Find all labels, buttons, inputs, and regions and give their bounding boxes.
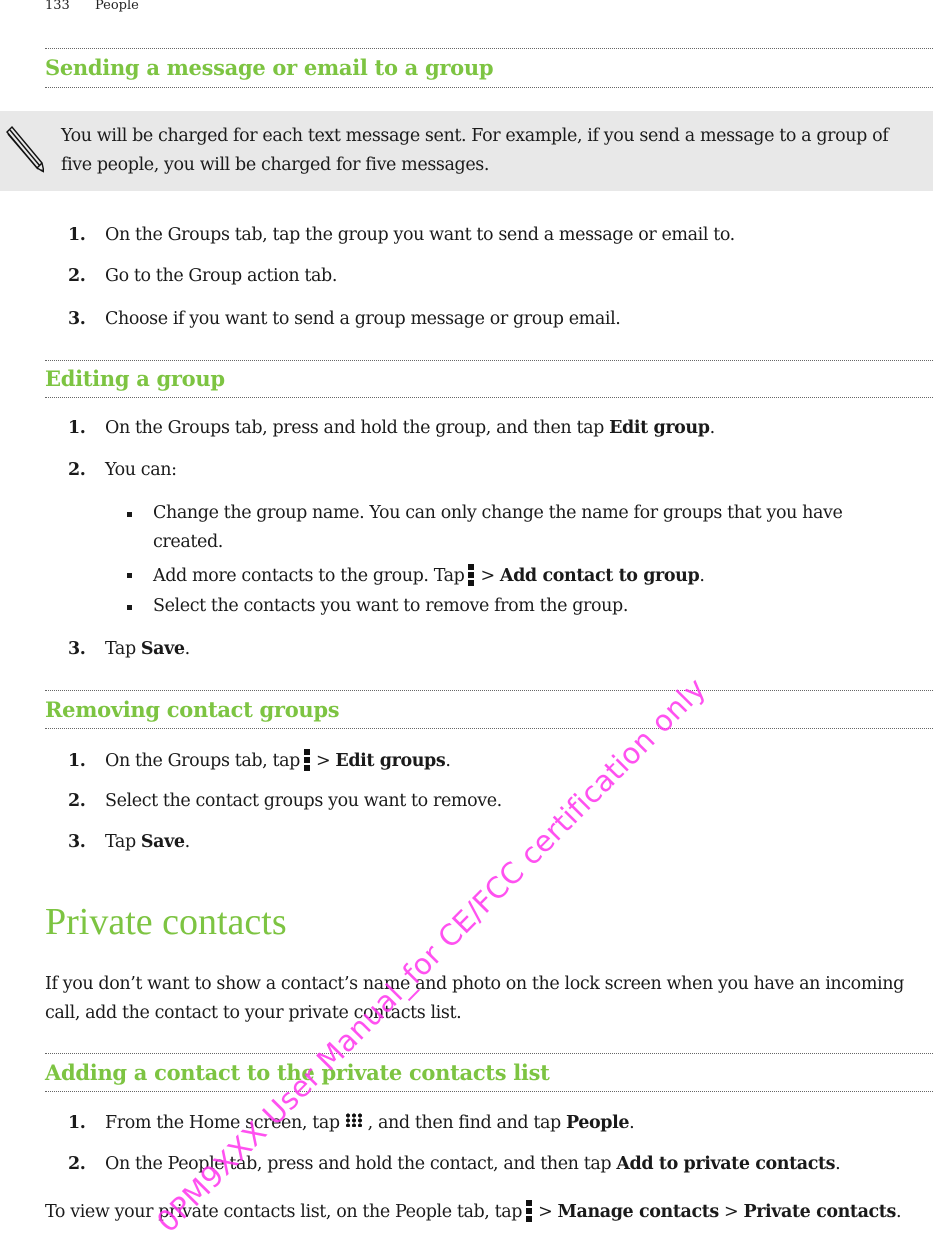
menu-item-add-contact-to-group: Add contact to group: [499, 566, 700, 586]
note-line: You will be charged for each text messag…: [61, 126, 889, 146]
intro-paragraph: If you don’t want to show a contact’s na…: [45, 970, 904, 1028]
step-number: 1.: [68, 1113, 86, 1133]
section-title-edit-group: Editing a group: [45, 366, 225, 391]
menu-item-save: Save: [140, 832, 185, 852]
menu-item-save: Save: [140, 639, 185, 659]
punctuation: .: [629, 1113, 635, 1133]
separator: >: [480, 566, 500, 586]
list-item: 2. On the People tab, press and hold the …: [68, 1154, 841, 1174]
list-item: 3. Tap Save.: [68, 832, 190, 852]
separator: >: [315, 751, 336, 771]
step-text: On the Groups tab, tap: [105, 751, 300, 771]
menu-item-manage-contacts: Manage contacts: [557, 1202, 720, 1222]
note-line: five people, you will be charged for fiv…: [61, 155, 490, 175]
divider: [45, 87, 933, 88]
step-text: From the Home screen, tap: [105, 1113, 340, 1133]
step-text: On the Groups tab, tap the group you wan…: [105, 225, 735, 245]
bullet-item: Change the group name. You can only chan…: [125, 503, 843, 552]
divider: [45, 690, 933, 691]
divider: [45, 48, 933, 49]
step-text: On the People tab, press and hold the co…: [105, 1154, 617, 1174]
app-name-people: People: [565, 1113, 630, 1133]
divider: [45, 397, 933, 398]
punctuation: .: [895, 1202, 902, 1222]
list-item: 1. On the Groups tab, tap > Edit groups.: [68, 749, 451, 771]
step-number: 2.: [68, 791, 86, 811]
list-item: 1. From the Home screen, tap , and then fi…: [68, 1113, 635, 1133]
list-item: 1. On the Groups tab, tap the group you w…: [68, 225, 735, 245]
paragraph-line: If you don’t want to show a contact’s na…: [45, 974, 904, 994]
section-title-send-group: Sending a message or email to a group: [45, 55, 494, 80]
list-item: 2. You can:: [68, 460, 177, 480]
step-number: 2.: [68, 460, 86, 480]
bullet-marker: [127, 573, 132, 578]
step-text: Select the contact groups you want to re…: [105, 791, 502, 811]
footer-paragraph: To view your private contacts list, on t…: [45, 1198, 902, 1227]
section-title-add-private: Adding a contact to the private contacts…: [45, 1060, 550, 1085]
step-number: 3.: [68, 309, 86, 329]
separator: >: [538, 1202, 558, 1222]
pencil-icon: [6, 125, 44, 173]
bullet-text: Select the contacts you want to remove f…: [153, 596, 628, 616]
step-text: Go to the Group action tab.: [105, 266, 338, 286]
more-vert-icon: [303, 749, 310, 771]
step-number: 3.: [68, 639, 86, 659]
divider: [45, 1053, 933, 1054]
punctuation: .: [835, 1154, 841, 1174]
menu-item-add-to-private-contacts: Add to private contacts: [616, 1154, 836, 1174]
step-number: 1.: [68, 225, 86, 245]
punctuation: .: [184, 832, 191, 852]
bullet-text: created.: [153, 532, 223, 552]
bullet-text: Add more contacts to the group. Tap: [153, 566, 465, 586]
bullet-text: Change the group name. You can only chan…: [153, 503, 843, 523]
punctuation: .: [445, 751, 451, 771]
note-box: You will be charged for each text messag…: [0, 111, 933, 191]
paragraph-text: To view your private contacts list, on t…: [45, 1202, 523, 1222]
menu-item-private-contacts: Private contacts: [743, 1202, 896, 1222]
punctuation: .: [184, 639, 191, 659]
list-item: 3. Tap Save.: [68, 639, 190, 659]
bullet-item: Select the contacts you want to remove f…: [125, 596, 628, 616]
step-text: Choose if you want to send a group messa…: [105, 309, 621, 329]
step-number: 1.: [68, 418, 86, 438]
menu-item-edit-groups: Edit groups: [335, 751, 446, 771]
paragraph-line: call, add the contact to your private co…: [45, 1003, 462, 1023]
bullet-marker: [127, 605, 132, 610]
list-item: 1. On the Groups tab, press and hold the …: [68, 418, 715, 438]
step-text: Tap: [105, 832, 141, 852]
more-vert-icon: [526, 1200, 533, 1222]
section-title-remove-groups: Removing contact groups: [45, 697, 340, 722]
divider: [45, 728, 933, 729]
step-number: 2.: [68, 1154, 86, 1174]
page-number: 133: [45, 0, 70, 13]
menu-item-edit-group: Edit group: [609, 418, 710, 438]
bullet-marker: [127, 512, 132, 517]
punctuation: .: [699, 566, 705, 586]
bullet-item: Add more contacts to the group. Tap > Add…: [125, 564, 705, 586]
step-text: On the Groups tab, press and hold the gr…: [105, 418, 610, 438]
page-header: 133 People: [45, 0, 139, 13]
all-apps-icon: [344, 1113, 363, 1127]
step-text: You can:: [105, 460, 177, 480]
chapter-title: People: [95, 0, 139, 13]
step-number: 2.: [68, 266, 86, 286]
divider: [45, 360, 933, 361]
more-vert-icon: [468, 564, 475, 586]
list-item: 2. Select the contact groups you want to …: [68, 791, 502, 811]
separator: >: [718, 1202, 744, 1222]
chapter-section-title-private-contacts: Private contacts: [45, 901, 287, 943]
step-number: 3.: [68, 832, 86, 852]
punctuation: .: [709, 418, 716, 438]
list-item: 3. Choose if you want to send a group mes…: [68, 309, 621, 329]
step-number: 1.: [68, 751, 86, 771]
step-text: Tap: [105, 639, 141, 659]
list-item: 2. Go to the Group action tab.: [68, 266, 337, 286]
divider: [45, 1091, 933, 1092]
step-text: , and then find and tap: [367, 1113, 566, 1133]
